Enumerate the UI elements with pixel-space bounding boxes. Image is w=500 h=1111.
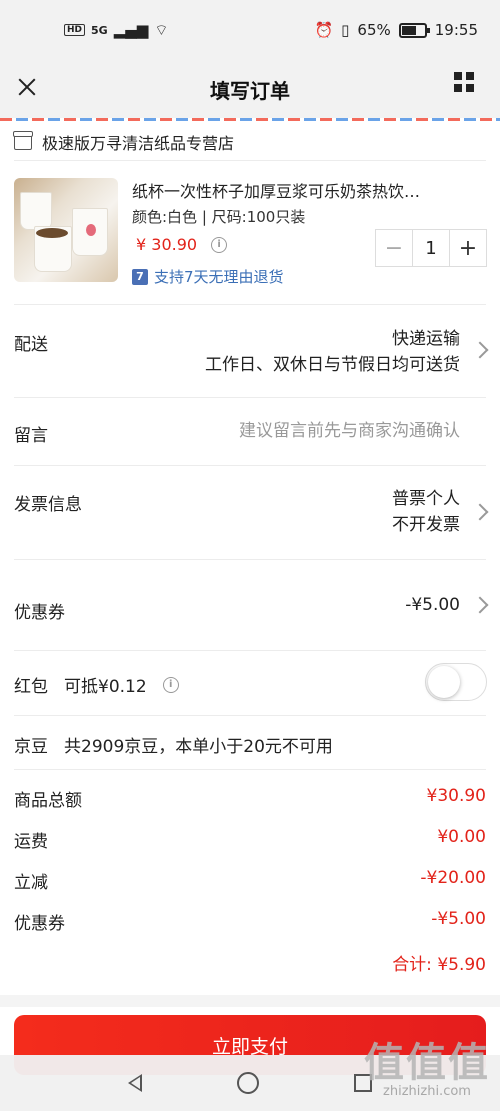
coupon-label: 优惠券 bbox=[14, 603, 65, 623]
jingdou-text: 共2909京豆，本单小于20元不可用 bbox=[64, 737, 333, 757]
delivery-method: 快递运输 bbox=[392, 329, 460, 349]
summary-label-shipping: 运费 bbox=[14, 832, 48, 852]
return-policy[interactable]: 7 支持7天无理由退货 bbox=[132, 266, 284, 287]
increase-button[interactable]: + bbox=[449, 230, 486, 266]
summary-label-discount: 立减 bbox=[14, 873, 48, 893]
jingdou-label: 京豆 bbox=[14, 737, 48, 757]
info-icon[interactable]: i bbox=[162, 676, 179, 693]
product-price: ¥ 30.90 bbox=[136, 235, 198, 254]
watermark-logo: 值值值 bbox=[364, 1040, 490, 1086]
battery-icon bbox=[398, 22, 430, 38]
divider bbox=[14, 397, 486, 398]
product-title[interactable]: 纸杯一次性杯子加厚豆浆可乐奶茶热饮… bbox=[132, 178, 477, 202]
wifi-icon: ⌔ bbox=[154, 20, 169, 39]
divider bbox=[14, 465, 486, 466]
divider bbox=[14, 650, 486, 651]
redpacket-toggle[interactable] bbox=[425, 663, 487, 701]
invoice-status: 不开发票 bbox=[392, 515, 460, 535]
invoice-label: 发票信息 bbox=[14, 495, 82, 515]
jingdou-row: 京豆 共2909京豆，本单小于20元不可用 bbox=[14, 732, 333, 757]
delivery-schedule: 工作日、双休日与节假日均可送货 bbox=[205, 355, 460, 375]
summary-value-shipping: ¥0.00 bbox=[437, 827, 486, 847]
status-left: HD 5G ▂▄▆ ⌔ bbox=[64, 21, 168, 40]
delivery-info[interactable]: 快递运输 工作日、双休日与节假日均可送货 bbox=[205, 326, 460, 378]
watermark: 值值值 zhizhizhi.com bbox=[364, 1030, 490, 1099]
redpacket-row: 红包 可抵¥0.12 i bbox=[14, 672, 179, 697]
product-spec: 颜色:白色 | 尺码:100只装 bbox=[132, 208, 306, 226]
product-price-row: ¥ 30.90 i bbox=[136, 235, 228, 254]
vibrate-icon: ▯ bbox=[341, 21, 350, 39]
invoice-type: 普票个人 bbox=[392, 489, 460, 509]
divider bbox=[14, 160, 486, 161]
address-stripe bbox=[0, 118, 500, 121]
quantity-stepper: − 1 + bbox=[375, 229, 487, 267]
message-input[interactable]: 建议留言前先与商家沟通确认 bbox=[239, 418, 460, 444]
order-total: 合计: ¥5.90 bbox=[392, 955, 486, 975]
store-name: 极速版万寻清洁纸品专营店 bbox=[42, 134, 235, 153]
section-gap bbox=[0, 995, 500, 1007]
coupon-value[interactable]: -¥5.00 bbox=[405, 592, 460, 618]
close-icon[interactable] bbox=[12, 72, 42, 102]
chevron-right-icon[interactable] bbox=[471, 503, 489, 521]
status-right: ⏰ ▯ 65% 19:55 bbox=[314, 21, 478, 39]
toggle-knob bbox=[428, 666, 460, 698]
divider bbox=[14, 769, 486, 770]
summary-value-subtotal: ¥30.90 bbox=[426, 786, 486, 806]
divider bbox=[14, 304, 486, 305]
header: 填写订单 bbox=[0, 60, 500, 118]
signal-icon: ▂▄▆ bbox=[113, 21, 149, 39]
summary-value-coupon: -¥5.00 bbox=[431, 909, 486, 929]
divider bbox=[14, 559, 486, 560]
divider bbox=[14, 715, 486, 716]
alarm-icon: ⏰ bbox=[314, 21, 334, 39]
status-bar: HD 5G ▂▄▆ ⌔ ⏰ ▯ 65% 19:55 bbox=[0, 0, 500, 60]
store-row[interactable]: 极速版万寻清洁纸品专营店 bbox=[13, 130, 235, 154]
network-type: 5G bbox=[91, 23, 108, 37]
return-policy-text: 支持7天无理由退货 bbox=[154, 268, 284, 286]
redpacket-deduct: 可抵¥0.12 bbox=[64, 677, 147, 697]
home-icon[interactable] bbox=[236, 1072, 259, 1094]
hd-icon: HD bbox=[64, 24, 86, 36]
product-image[interactable] bbox=[14, 178, 118, 282]
message-label: 留言 bbox=[14, 426, 48, 446]
redpacket-label: 红包 bbox=[14, 677, 48, 697]
invoice-info[interactable]: 普票个人 不开发票 bbox=[392, 486, 460, 538]
back-icon[interactable] bbox=[127, 1074, 142, 1092]
battery-percent: 65% bbox=[357, 21, 391, 39]
decrease-button[interactable]: − bbox=[376, 230, 413, 266]
clock: 19:55 bbox=[434, 21, 478, 39]
info-icon[interactable]: i bbox=[211, 236, 228, 253]
seven-day-icon: 7 bbox=[132, 268, 148, 285]
chevron-right-icon[interactable] bbox=[471, 596, 489, 614]
delivery-label: 配送 bbox=[14, 335, 48, 355]
summary-label-coupon: 优惠券 bbox=[14, 914, 65, 934]
quantity-value[interactable]: 1 bbox=[413, 230, 449, 266]
page-title: 填写订单 bbox=[210, 78, 290, 103]
summary-label-subtotal: 商品总额 bbox=[14, 791, 82, 811]
chevron-right-icon[interactable] bbox=[471, 341, 489, 359]
summary-value-discount: -¥20.00 bbox=[420, 868, 486, 888]
store-icon bbox=[13, 131, 33, 150]
grid-menu-icon[interactable] bbox=[454, 72, 474, 92]
